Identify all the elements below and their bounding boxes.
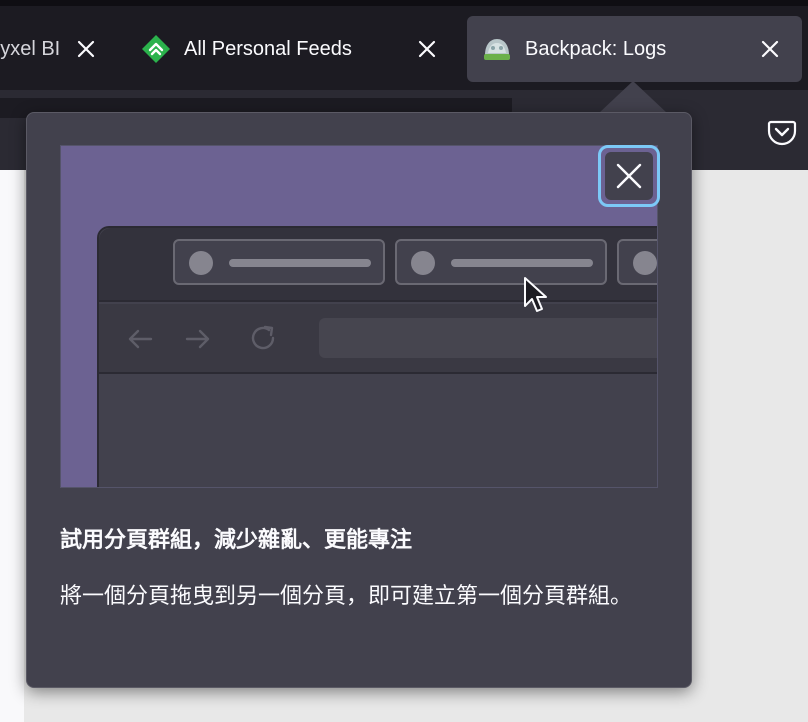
- illustration-tab: [617, 239, 657, 285]
- illustration-tab: [173, 239, 385, 285]
- illustration-url-bar: [319, 318, 657, 358]
- illustration-browser-window: [97, 226, 657, 487]
- tab-groups-illustration: [60, 145, 658, 488]
- close-icon[interactable]: [756, 35, 784, 63]
- close-icon: [605, 152, 653, 200]
- tab-label: Backpack: Logs: [525, 37, 667, 60]
- tab-backpack-logs[interactable]: Backpack: Logs: [467, 16, 802, 82]
- illustration-tabbar: [99, 228, 657, 302]
- backpack-icon: [484, 39, 510, 60]
- forward-arrow-icon: [185, 329, 210, 349]
- tab-zyxel[interactable]: Zyxel BI: [0, 16, 100, 82]
- feedly-icon: [142, 35, 170, 63]
- back-arrow-icon: [128, 329, 153, 349]
- tab-all-personal-feeds[interactable]: All Personal Feeds: [130, 16, 445, 82]
- close-icon[interactable]: [413, 35, 441, 63]
- reload-icon: [251, 325, 275, 350]
- page-content-edge: [0, 170, 24, 722]
- close-icon[interactable]: [72, 35, 100, 63]
- popup-arrow: [599, 81, 667, 113]
- callout-description: 將一個分頁拖曳到另一個分頁，即可建立第一個分頁群組。: [60, 584, 633, 609]
- callout-title: 試用分頁群組，減少雜亂、更能專注: [60, 528, 413, 553]
- close-callout-button[interactable]: [598, 145, 660, 207]
- tab-label: All Personal Feeds: [184, 37, 352, 60]
- pocket-icon[interactable]: [766, 116, 798, 148]
- illustration-navbar: [99, 304, 657, 374]
- tab-label: Zyxel BI: [0, 37, 61, 60]
- illustration-tab: [395, 239, 607, 285]
- tab-strip: Zyxel BI All Personal Feeds Backpack: Lo…: [0, 6, 808, 90]
- cursor-icon: [524, 277, 547, 312]
